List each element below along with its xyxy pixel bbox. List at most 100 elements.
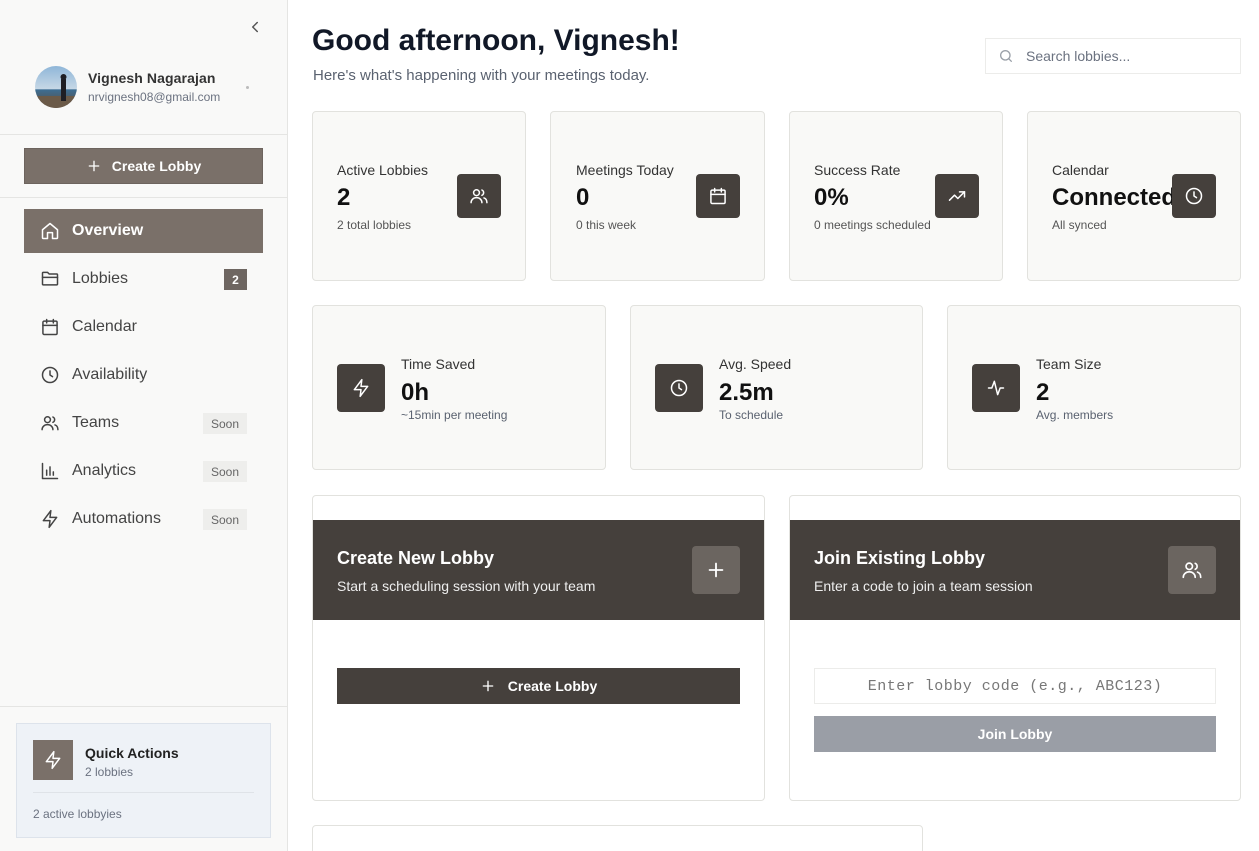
plus-icon — [88, 160, 100, 172]
join-lobby-card: Join Existing Lobby Enter a code to join… — [789, 495, 1241, 801]
home-icon — [41, 222, 59, 240]
clock-icon — [655, 364, 703, 412]
stat-card-team-size: Team Size 2 Avg. members — [947, 305, 1241, 470]
sidebar-item-label: Teams — [72, 414, 120, 431]
trending-up-icon — [935, 174, 979, 218]
quick-actions-footer: 2 active lobbyies — [33, 807, 122, 821]
plus-icon — [692, 546, 740, 594]
lobby-code-input[interactable] — [814, 668, 1216, 704]
card-title: Join Existing Lobby — [814, 548, 986, 568]
soon-badge: Soon — [203, 461, 247, 482]
stat-sub: 0 meetings scheduled — [814, 218, 931, 232]
join-lobby-button[interactable]: Join Lobby — [814, 716, 1216, 752]
stat-sub: All synced — [1052, 218, 1107, 232]
zap-icon — [33, 740, 73, 780]
sidebar-item-lobbies[interactable]: Lobbies 2 — [24, 257, 263, 301]
sidebar-item-analytics[interactable]: Analytics Soon — [24, 449, 263, 493]
clock-icon — [1172, 174, 1216, 218]
profile-email: nrvignesh08@gmail.com — [88, 90, 221, 104]
stat-card-time-saved: Time Saved 0h ~15min per meeting — [312, 305, 606, 470]
sidebar-item-automations[interactable]: Automations Soon — [24, 497, 263, 541]
stat-value: 2.5m — [719, 379, 774, 406]
quick-actions-subtitle: 2 lobbies — [85, 765, 134, 779]
stat-sub: To schedule — [719, 408, 784, 422]
divider — [0, 197, 287, 198]
create-lobby-label: Create Lobby — [507, 678, 598, 694]
sidebar-item-label: Calendar — [72, 318, 137, 335]
search-icon — [1000, 50, 1012, 62]
stat-label: Time Saved — [401, 356, 476, 372]
stat-label: Team Size — [1036, 356, 1102, 372]
profile-name: Vignesh Nagarajan — [88, 70, 216, 86]
stat-label: Success Rate — [814, 162, 901, 178]
sidebar-item-overview[interactable]: Overview — [24, 209, 263, 253]
card-title: Create New Lobby — [337, 548, 495, 568]
stat-sub: 2 total lobbies — [337, 218, 412, 232]
sidebar-item-label: Analytics — [72, 462, 137, 479]
quick-actions-panel: Quick Actions 2 lobbies 2 active lobbyie… — [16, 723, 271, 838]
page-title: Good afternoon, Vignesh! — [312, 24, 680, 57]
stat-sub: 0 this week — [576, 218, 637, 232]
zap-icon — [42, 509, 58, 529]
activity-card — [312, 825, 923, 851]
divider — [33, 792, 254, 793]
card-header: Join Existing Lobby Enter a code to join… — [790, 520, 1240, 620]
quick-actions-title: Quick Actions — [85, 745, 179, 761]
search-input[interactable] — [1026, 48, 1226, 64]
users-icon — [457, 174, 501, 218]
sidebar-nav: Overview Lobbies 2 Calendar Availability… — [24, 209, 263, 545]
stat-card-calendar: Calendar Connected All synced — [1027, 111, 1241, 281]
stat-card-meetings-today: Meetings Today 0 0 this week — [550, 111, 765, 281]
stat-card-success-rate: Success Rate 0% 0 meetings scheduled — [789, 111, 1003, 281]
zap-icon — [337, 364, 385, 412]
stat-value: 0h — [401, 379, 430, 406]
stat-value: 2 — [1036, 379, 1050, 406]
create-lobby-card: Create New Lobby Start a scheduling sess… — [312, 495, 765, 801]
status-dot — [246, 86, 249, 89]
sidebar-item-label: Availability — [72, 366, 148, 383]
clock-icon — [41, 366, 59, 384]
sidebar-item-label: Overview — [72, 222, 144, 239]
user-profile[interactable]: Vignesh Nagarajan nrvignesh08@gmail.com — [35, 66, 220, 108]
soon-badge: Soon — [203, 509, 247, 530]
count-badge: 2 — [224, 269, 247, 290]
calendar-icon — [696, 174, 740, 218]
stat-value: 2 — [337, 184, 351, 211]
sidebar-item-calendar[interactable]: Calendar — [24, 305, 263, 349]
sidebar: Vignesh Nagarajan nrvignesh08@gmail.com … — [0, 0, 288, 851]
stat-label: Meetings Today — [576, 162, 674, 178]
divider — [0, 706, 287, 707]
calendar-icon — [42, 318, 58, 336]
soon-badge: Soon — [203, 413, 247, 434]
stat-label: Active Lobbies — [337, 162, 429, 178]
sidebar-create-lobby-button[interactable]: Create Lobby — [24, 148, 263, 184]
create-lobby-button[interactable]: Create Lobby — [337, 668, 740, 704]
sidebar-create-lobby-label: Create Lobby — [111, 158, 202, 174]
stat-label: Calendar — [1052, 162, 1109, 178]
stat-card-avg-speed: Avg. Speed 2.5m To schedule — [630, 305, 923, 470]
stat-sub: ~15min per meeting — [401, 408, 508, 422]
card-subtitle: Enter a code to join a team session — [814, 578, 1033, 594]
users-icon — [1168, 546, 1216, 594]
avatar — [35, 66, 77, 108]
divider — [0, 134, 287, 135]
plus-icon — [482, 680, 494, 692]
stat-sub: Avg. members — [1036, 408, 1114, 422]
stat-value: 0 — [576, 184, 590, 211]
search-box[interactable] — [985, 38, 1241, 74]
sidebar-item-teams[interactable]: Teams Soon — [24, 401, 263, 445]
stat-label: Avg. Speed — [719, 356, 792, 372]
stat-value: Connected — [1052, 184, 1177, 211]
page-subtitle: Here's what's happening with your meetin… — [313, 67, 650, 84]
sidebar-item-label: Automations — [72, 510, 161, 527]
card-subtitle: Start a scheduling session with your tea… — [337, 578, 596, 594]
sidebar-item-label: Lobbies — [72, 270, 129, 287]
activity-icon — [972, 364, 1020, 412]
users-icon — [41, 416, 59, 431]
sidebar-item-availability[interactable]: Availability — [24, 353, 263, 397]
join-lobby-label: Join Lobby — [977, 726, 1053, 742]
card-header: Create New Lobby Start a scheduling sess… — [313, 520, 764, 620]
chevron-left-icon[interactable] — [246, 18, 264, 36]
bar-chart-icon — [41, 462, 59, 480]
folder-icon — [41, 271, 59, 286]
